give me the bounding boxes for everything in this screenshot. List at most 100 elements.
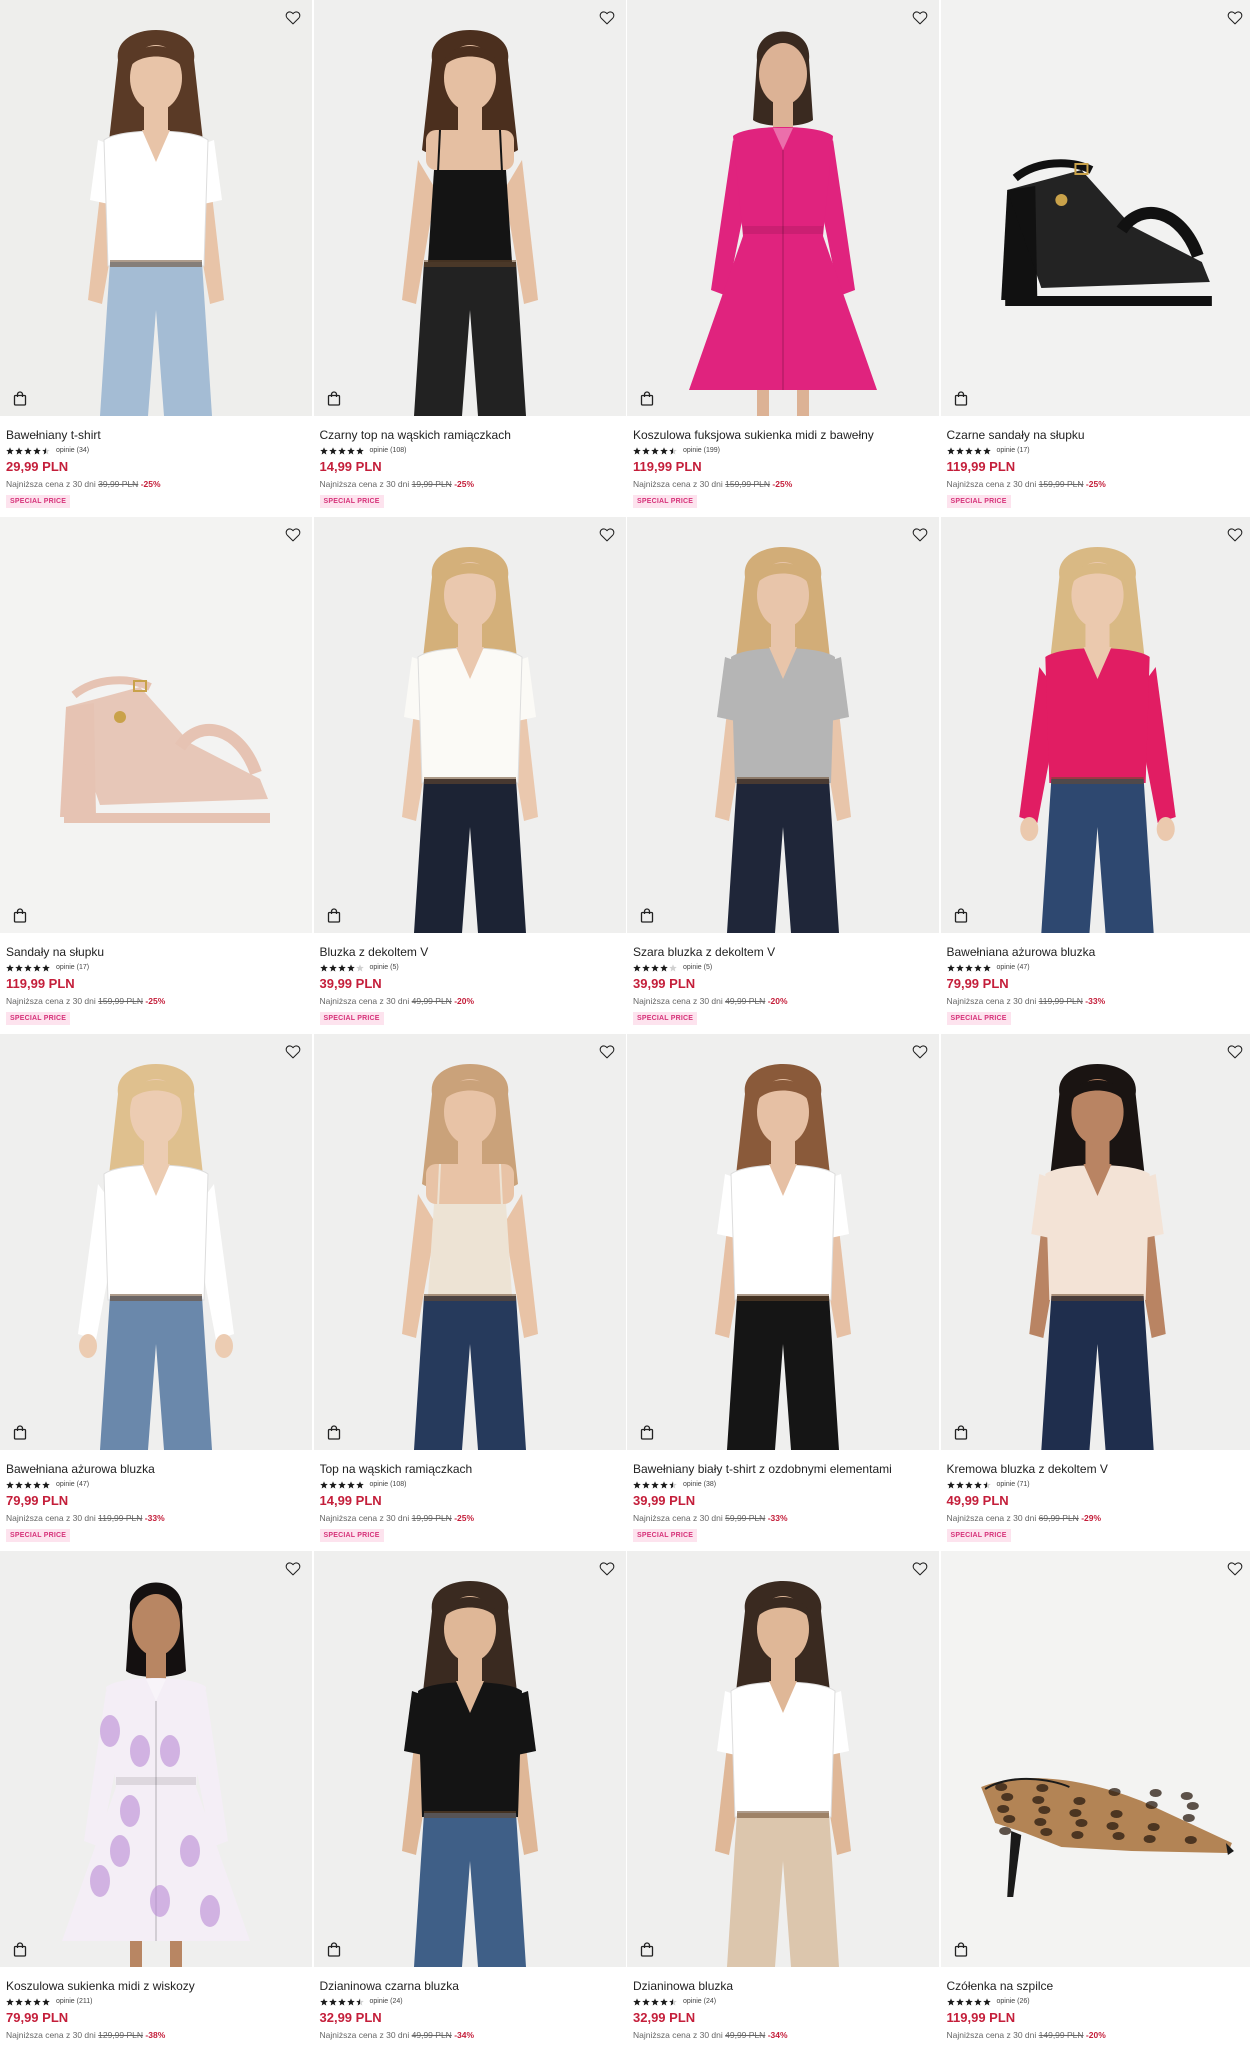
shopping-bag-icon[interactable]	[637, 1939, 657, 1959]
product-name[interactable]: Koszulowa fuksjowa sukienka midi z baweł…	[633, 428, 933, 443]
review-count[interactable]: opinie (24)	[370, 1998, 403, 2005]
review-count[interactable]: opinie (211)	[56, 1998, 92, 2005]
product-image[interactable]	[0, 0, 312, 416]
product-image[interactable]	[941, 1034, 1250, 1450]
heart-icon[interactable]	[909, 1557, 931, 1579]
heart-icon[interactable]	[909, 1040, 931, 1062]
product-name[interactable]: Szara bluzka z dekoltem V	[633, 945, 933, 960]
shopping-bag-icon[interactable]	[951, 1939, 971, 1959]
review-count[interactable]: opinie (5)	[370, 964, 399, 971]
product-card[interactable]: Bawełniany biały t-shirt z ozdobnymi ele…	[627, 1034, 939, 1551]
old-price: 69,99 PLN	[1039, 1513, 1079, 1523]
product-card[interactable]: Dzianinowa bluzka opinie (24) 32,99 PLN …	[627, 1551, 939, 2068]
product-name[interactable]: Bawełniana ażurowa bluzka	[947, 945, 1248, 960]
product-name[interactable]: Top na wąskich ramiączkach	[320, 1462, 620, 1477]
product-image[interactable]	[627, 0, 939, 416]
product-image[interactable]	[627, 1551, 939, 1967]
shopping-bag-icon[interactable]	[951, 388, 971, 408]
product-name[interactable]: Bawełniany biały t-shirt z ozdobnymi ele…	[633, 1462, 933, 1477]
shopping-bag-icon[interactable]	[10, 905, 30, 925]
shopping-bag-icon[interactable]	[324, 905, 344, 925]
product-card[interactable]: Top na wąskich ramiączkach opinie (108) …	[314, 1034, 626, 1551]
product-image[interactable]	[627, 1034, 939, 1450]
product-image[interactable]	[627, 517, 939, 933]
product-image[interactable]	[941, 517, 1250, 933]
shopping-bag-icon[interactable]	[10, 388, 30, 408]
product-name[interactable]: Bawełniany t-shirt	[6, 428, 306, 443]
product-card[interactable]: Sandały na słupku opinie (17) 119,99 PLN…	[0, 517, 312, 1034]
shopping-bag-icon[interactable]	[637, 905, 657, 925]
heart-icon[interactable]	[282, 523, 304, 545]
product-card[interactable]: Koszulowa fuksjowa sukienka midi z baweł…	[627, 0, 939, 517]
review-count[interactable]: opinie (5)	[683, 964, 712, 971]
shopping-bag-icon[interactable]	[10, 1939, 30, 1959]
heart-icon[interactable]	[909, 6, 931, 28]
product-card[interactable]: Koszulowa sukienka midi z wiskozy opinie…	[0, 1551, 312, 2068]
heart-icon[interactable]	[282, 6, 304, 28]
product-image[interactable]	[0, 517, 312, 933]
review-count[interactable]: opinie (108)	[370, 1481, 407, 1488]
product-image[interactable]	[0, 1034, 312, 1450]
product-card[interactable]: Bawełniana ażurowa bluzka opinie (47) 79…	[941, 517, 1250, 1034]
heart-icon[interactable]	[282, 1040, 304, 1062]
review-count[interactable]: opinie (24)	[683, 1998, 716, 2005]
shopping-bag-icon[interactable]	[637, 1422, 657, 1442]
heart-icon[interactable]	[1224, 523, 1246, 545]
shopping-bag-icon[interactable]	[324, 388, 344, 408]
product-name[interactable]: Kremowa bluzka z dekoltem V	[947, 1462, 1248, 1477]
product-card[interactable]: Kremowa bluzka z dekoltem V opinie (71) …	[941, 1034, 1250, 1551]
heart-icon[interactable]	[596, 1040, 618, 1062]
product-image[interactable]	[314, 0, 626, 416]
heart-icon[interactable]	[596, 1557, 618, 1579]
product-card[interactable]: Czółenka na szpilce opinie (26) 119,99 P…	[941, 1551, 1250, 2068]
product-name[interactable]: Czółenka na szpilce	[947, 1979, 1248, 1994]
product-image[interactable]	[0, 1551, 312, 1967]
heart-icon[interactable]	[282, 1557, 304, 1579]
review-count[interactable]: opinie (71)	[997, 1481, 1030, 1488]
rating-stars	[320, 1481, 364, 1489]
review-count[interactable]: opinie (34)	[56, 447, 89, 454]
product-image[interactable]	[941, 1551, 1250, 1967]
product-image[interactable]	[314, 517, 626, 933]
review-count[interactable]: opinie (108)	[370, 447, 407, 454]
review-count[interactable]: opinie (38)	[683, 1481, 716, 1488]
heart-icon[interactable]	[596, 523, 618, 545]
product-image[interactable]	[941, 0, 1250, 416]
heart-icon[interactable]	[1224, 1040, 1246, 1062]
review-count[interactable]: opinie (47)	[997, 964, 1030, 971]
product-name[interactable]: Koszulowa sukienka midi z wiskozy	[6, 1979, 306, 1994]
heart-icon[interactable]	[1224, 6, 1246, 28]
old-price: 149,99 PLN	[1039, 2030, 1084, 2040]
product-card[interactable]: Bluzka z dekoltem V opinie (5) 39,99 PLN…	[314, 517, 626, 1034]
product-name[interactable]: Dzianinowa bluzka	[633, 1979, 933, 1994]
shopping-bag-icon[interactable]	[637, 388, 657, 408]
product-image[interactable]	[314, 1551, 626, 1967]
review-count[interactable]: opinie (17)	[56, 964, 89, 971]
review-count[interactable]: opinie (17)	[997, 447, 1030, 454]
old-price: 49,99 PLN	[725, 2030, 765, 2040]
product-name[interactable]: Bawełniana ażurowa bluzka	[6, 1462, 306, 1477]
shopping-bag-icon[interactable]	[10, 1422, 30, 1442]
product-card[interactable]: Bawełniana ażurowa bluzka opinie (47) 79…	[0, 1034, 312, 1551]
shopping-bag-icon[interactable]	[324, 1422, 344, 1442]
review-count[interactable]: opinie (47)	[56, 1481, 89, 1488]
shopping-bag-icon[interactable]	[951, 905, 971, 925]
product-card[interactable]: Szara bluzka z dekoltem V opinie (5) 39,…	[627, 517, 939, 1034]
product-name[interactable]: Czarne sandały na słupku	[947, 428, 1248, 443]
product-card[interactable]: Bawełniany t-shirt opinie (34) 29,99 PLN…	[0, 0, 312, 517]
product-card[interactable]: Dzianinowa czarna bluzka opinie (24) 32,…	[314, 1551, 626, 2068]
heart-icon[interactable]	[1224, 1557, 1246, 1579]
review-count[interactable]: opinie (26)	[997, 1998, 1030, 2005]
product-name[interactable]: Bluzka z dekoltem V	[320, 945, 620, 960]
heart-icon[interactable]	[596, 6, 618, 28]
heart-icon[interactable]	[909, 523, 931, 545]
product-name[interactable]: Dzianinowa czarna bluzka	[320, 1979, 620, 1994]
product-card[interactable]: Czarny top na wąskich ramiączkach opinie…	[314, 0, 626, 517]
product-name[interactable]: Sandały na słupku	[6, 945, 306, 960]
product-card[interactable]: Czarne sandały na słupku opinie (17) 119…	[941, 0, 1250, 517]
product-name[interactable]: Czarny top na wąskich ramiączkach	[320, 428, 620, 443]
product-image[interactable]	[314, 1034, 626, 1450]
review-count[interactable]: opinie (199)	[683, 447, 720, 454]
shopping-bag-icon[interactable]	[951, 1422, 971, 1442]
shopping-bag-icon[interactable]	[324, 1939, 344, 1959]
